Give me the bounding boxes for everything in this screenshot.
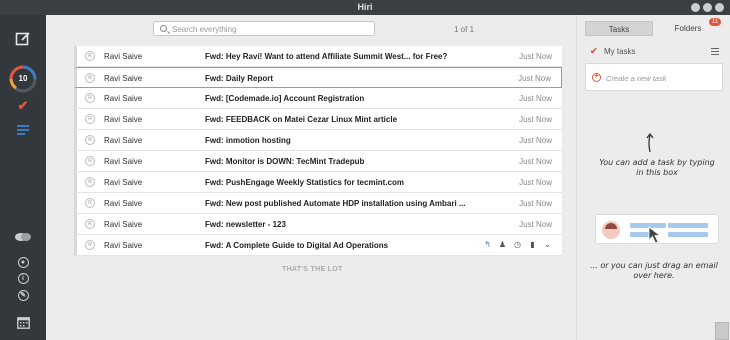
clock-icon[interactable]: ◷ (513, 239, 522, 250)
email-sender: Ravi Saive (104, 220, 143, 229)
window-title: Hiri (357, 2, 373, 12)
avatar: R (85, 240, 95, 250)
dashboard-gauge[interactable]: 10 (0, 63, 46, 95)
chat-icon[interactable] (0, 230, 46, 244)
minimize-button[interactable] (691, 3, 700, 12)
email-subject: Fwd: FEEDBACK on Matei Cezar Linux Mint … (205, 115, 398, 124)
table-row[interactable]: R Ravi Saive Fwd: FEEDBACK on Matei Cezar … (74, 109, 562, 130)
email-time: Just Now (519, 94, 552, 103)
search-input[interactable]: Search everything (153, 21, 375, 36)
email-subject: Fwd: [Codemade.io] Account Registration (205, 94, 365, 103)
pager-text: 1 of 1 (454, 25, 475, 34)
avatar: R (85, 114, 95, 124)
avatar: R (85, 219, 95, 229)
email-time: Just Now (519, 199, 552, 208)
avatar: R (85, 93, 95, 103)
email-sender: Ravi Saive (104, 94, 143, 103)
table-row[interactable]: R Ravi Saive Fwd: Daily Report Just Now (74, 67, 562, 88)
plus-circle-icon: + (592, 73, 601, 82)
cursor-arrow-icon (648, 226, 662, 244)
email-time: Just Now (519, 178, 552, 187)
email-time: Just Now (519, 220, 552, 229)
email-subject: Fwd: Monitor is DOWN: TecMint Tradepub (205, 157, 365, 166)
tab-tasks[interactable]: Tasks (585, 21, 653, 36)
email-sender: Ravi Saive (104, 115, 143, 124)
table-row[interactable]: R Ravi Saive Fwd: A Complete Guide to Digi… (74, 235, 562, 256)
email-sender: Ravi Saive (104, 74, 143, 83)
table-row[interactable]: R Ravi Saive Fwd: Monitor is DOWN: TecMint… (74, 151, 562, 172)
new-task-input[interactable]: + Create a new task (585, 63, 723, 91)
compose-icon[interactable] (0, 29, 46, 49)
hint-drag-email: ... or you can just drag an email over h… (590, 261, 718, 280)
avatar: R (85, 135, 95, 145)
tasks-check-icon[interactable]: ✔ (0, 98, 46, 113)
close-button[interactable] (715, 3, 724, 12)
table-row[interactable]: R Ravi Saive Fwd: newsletter - 123 Just Now (74, 214, 562, 235)
email-sender: Ravi Saive (104, 199, 143, 208)
email-time: Just Now (519, 157, 552, 166)
list-end-label: THAT'S THE LOT (282, 266, 343, 273)
table-row[interactable]: R Ravi Saive Fwd: [Codemade.io] Account Re… (74, 88, 562, 109)
trash-icon[interactable]: ▮ (528, 239, 537, 250)
reply-icon[interactable]: ↰ (483, 239, 492, 250)
avatar: R (85, 73, 95, 83)
my-tasks-heading: My tasks (604, 47, 636, 56)
table-row[interactable]: R Ravi Saive Fwd: inmotion hosting Just Now (74, 130, 562, 151)
email-subject: Fwd: Hey Ravi! Want to attend Affiliate … (205, 52, 448, 61)
person-icon[interactable]: ♟ (498, 239, 507, 250)
email-subject: Fwd: Daily Report (205, 74, 274, 83)
check-icon: ✔ (590, 46, 598, 56)
email-sender: Ravi Saive (104, 136, 143, 145)
avatar: R (85, 51, 95, 61)
search-placeholder: Search everything (172, 25, 237, 34)
email-sender: Ravi Saive (104, 52, 143, 61)
email-list: R Ravi Saive Fwd: Hey Ravi! Want to attend… (74, 46, 562, 256)
calendar-icon[interactable] (0, 314, 46, 330)
search-icon (160, 25, 167, 32)
hint-type-task: You can add a task by typing in this box (599, 158, 715, 177)
settings-wrench-icon[interactable]: ✎ (0, 288, 46, 302)
email-time: Just Now (519, 136, 552, 145)
left-rail: 10 ✔ ● i ✎ (0, 15, 46, 340)
row-actions: ↰ ♟ ◷ ▮ ⌄ (483, 239, 552, 250)
tasks-panel: Tasks Folders 11 ✔ My tasks + Create a n… (576, 15, 730, 340)
email-subject: Fwd: A Complete Guide to Digital Ad Oper… (205, 241, 389, 250)
hamburger-menu-icon[interactable] (711, 48, 719, 56)
table-row[interactable]: R Ravi Saive Fwd: PushEngage Weekly Statis… (74, 172, 562, 193)
email-time: Just Now (519, 115, 552, 124)
avatar: R (85, 156, 95, 166)
table-row[interactable]: R Ravi Saive Fwd: Hey Ravi! Want to attend… (74, 46, 562, 67)
drag-illustration (595, 214, 719, 244)
up-arrow-icon (646, 133, 654, 153)
email-time: Just Now (518, 74, 551, 83)
gauge-count: 10 (18, 74, 28, 83)
email-sender: Ravi Saive (104, 178, 143, 187)
chevron-down-icon[interactable]: ⌄ (543, 239, 552, 250)
email-subject: Fwd: PushEngage Weekly Statistics for te… (205, 178, 405, 187)
avatar: R (85, 177, 95, 187)
profile-icon[interactable]: ● (0, 255, 46, 269)
info-icon[interactable]: i (0, 271, 46, 285)
avatar (602, 221, 620, 239)
avatar: R (85, 198, 95, 208)
email-sender: Ravi Saive (104, 241, 143, 250)
new-task-placeholder: Create a new task (606, 74, 667, 83)
email-subject: Fwd: inmotion hosting (205, 136, 291, 145)
email-subject: Fwd: newsletter - 123 (205, 220, 286, 229)
email-time: Just Now (519, 52, 552, 61)
email-subject: Fwd: New post published Automate HDP ins… (205, 199, 466, 208)
folders-count-badge: 11 (709, 18, 722, 26)
table-row[interactable]: R Ravi Saive Fwd: New post published Autom… (74, 193, 562, 214)
email-sender: Ravi Saive (104, 157, 143, 166)
inbox-list-icon[interactable] (0, 123, 46, 137)
scrollbar-handle[interactable] (715, 322, 729, 340)
maximize-button[interactable] (703, 3, 712, 12)
title-bar: Hiri (0, 0, 730, 15)
mail-main-area: Search everything 1 of 1 R Ravi Saive Fwd:… (46, 15, 576, 340)
